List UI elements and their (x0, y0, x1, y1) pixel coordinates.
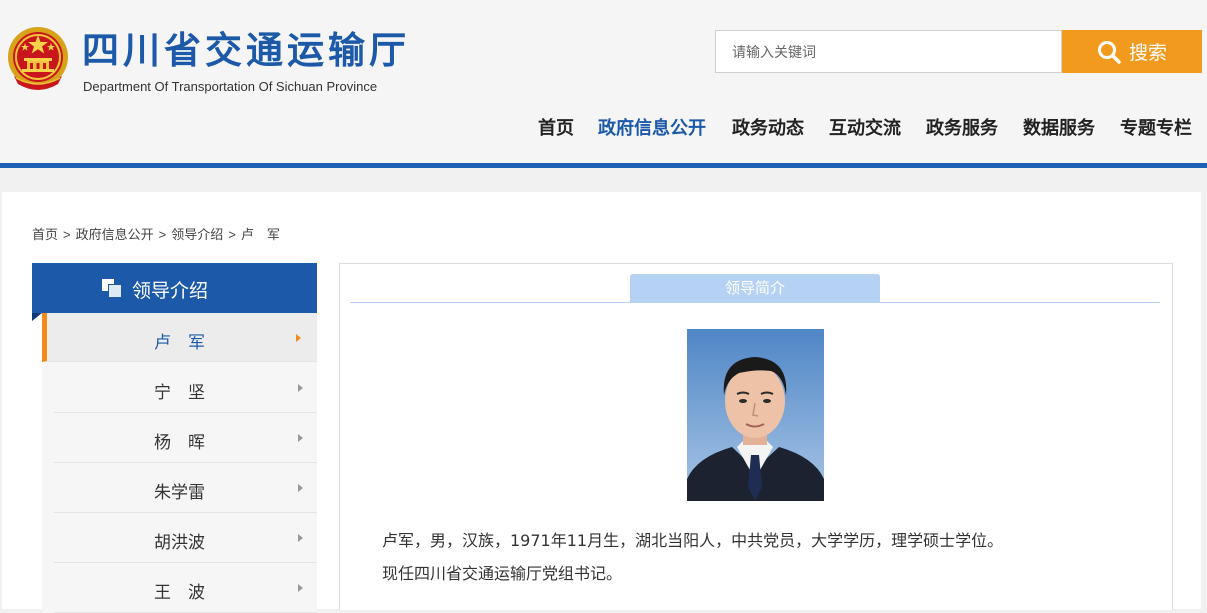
chevron-right-icon (298, 484, 303, 492)
chevron-right-icon (296, 334, 301, 342)
sidebar-header-notch (32, 313, 42, 321)
bio-paragraph-2: 现任四川省交通运输厅党组书记。 (382, 564, 623, 583)
sidebar-item-yang-hui[interactable]: 杨 晖 (54, 413, 317, 463)
bio-paragraph-1: 卢军，男，汉族，1971年11月生，湖北当阳人，中共党员，大学学历，理学硕士学位… (382, 531, 1004, 550)
breadcrumb-leaders[interactable]: 领导介绍 (171, 227, 223, 242)
search-button-label: 搜索 (1128, 42, 1167, 64)
breadcrumb: 首页 > 政府信息公开 > 领导介绍 > 卢 军 (32, 224, 280, 243)
main-panel: 首页 > 政府信息公开 > 领导介绍 > 卢 军 领导介绍 卢 军 宁 坚 杨 晖 朱学雷 … (2, 192, 1201, 613)
sidebar-item-hu-hongbo[interactable]: 胡洪波 (54, 513, 317, 563)
chevron-right-icon (298, 534, 303, 542)
breadcrumb-home[interactable]: 首页 (32, 227, 58, 242)
nav-gov-info-public[interactable]: 政府信息公开 (598, 114, 706, 140)
sidebar-item-label: 宁 坚 (154, 383, 205, 403)
tab-leader-profile[interactable]: 领导简介 (630, 274, 880, 302)
nav-home[interactable]: 首页 (538, 114, 574, 140)
chevron-right-icon (298, 434, 303, 442)
breadcrumb-current: 卢 军 (240, 227, 280, 242)
sidebar-item-label: 胡洪波 (154, 533, 205, 553)
site-subtitle: Department Of Transportation Of Sichuan … (83, 79, 378, 94)
sidebar-item-label: 杨 晖 (154, 433, 205, 453)
sidebar-item-label: 卢 军 (154, 333, 205, 353)
sidebar-list: 卢 军 宁 坚 杨 晖 朱学雷 胡洪波 王 波 (42, 313, 317, 613)
sidebar-title: 领导介绍 (132, 280, 209, 302)
sidebar-item-wang-bo[interactable]: 王 波 (54, 563, 317, 613)
breadcrumb-separator: > (63, 227, 71, 242)
leader-portrait (687, 329, 824, 501)
nav-gov-news[interactable]: 政务动态 (732, 114, 804, 140)
site-header: 四川省交通运输厅 Department Of Transportation Of… (0, 0, 1207, 163)
nav-gov-services[interactable]: 政务服务 (926, 114, 998, 140)
breadcrumb-separator: > (228, 227, 236, 242)
main-nav: 首页 政府信息公开 政务动态 互动交流 政务服务 数据服务 专题专栏 (0, 114, 1207, 140)
leader-profile-panel: 领导简介 卢军，男，汉族，1971年11月生，湖北当阳人，中共党员，大学学历，理… (339, 263, 1173, 610)
sidebar-item-ning-jian[interactable]: 宁 坚 (54, 363, 317, 413)
sidebar-item-zhu-xuelei[interactable]: 朱学雷 (54, 463, 317, 513)
nav-interaction[interactable]: 互动交流 (829, 114, 901, 140)
search-icon (1097, 40, 1121, 64)
chevron-right-icon (298, 584, 303, 592)
nav-special-topics[interactable]: 专题专栏 (1120, 114, 1192, 140)
tab-underline (350, 302, 1160, 303)
search-input[interactable] (715, 30, 1062, 73)
sidebar-item-lu-jun[interactable]: 卢 军 (42, 313, 317, 362)
nav-data-services[interactable]: 数据服务 (1023, 114, 1095, 140)
chevron-right-icon (298, 384, 303, 392)
breadcrumb-separator: > (158, 227, 167, 242)
breadcrumb-gov-info[interactable]: 政府信息公开 (76, 227, 154, 242)
search-button[interactable]: 搜索 (1062, 30, 1202, 73)
sidebar-item-label: 王 波 (154, 583, 205, 603)
header-divider (0, 163, 1207, 168)
overlapping-squares-icon (102, 279, 122, 298)
sidebar-item-label: 朱学雷 (154, 483, 205, 503)
site-title: 四川省交通运输厅 (82, 29, 410, 72)
national-emblem-icon[interactable] (6, 26, 70, 92)
sidebar-header: 领导介绍 (32, 263, 317, 313)
